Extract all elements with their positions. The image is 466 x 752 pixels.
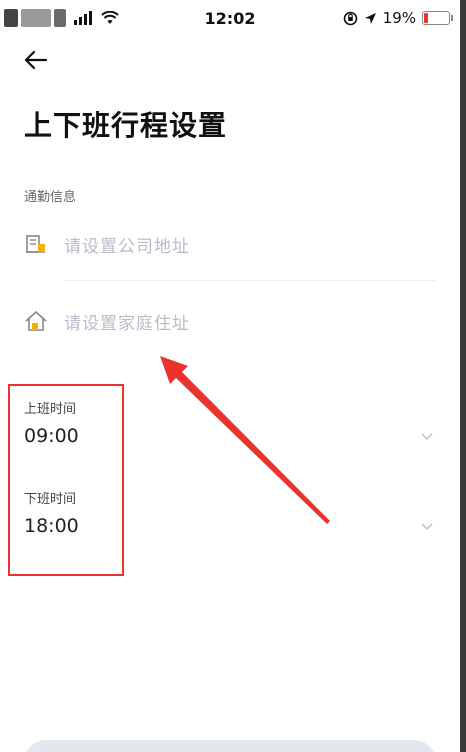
app-screen: 12:02 19% 上下班行程设置 通勤信息 请设置公司地址 请设置家庭住址 上… [0,0,460,752]
bottom-action-button[interactable] [24,740,436,752]
screen-edge [460,0,466,752]
annotation-arrow [160,356,330,524]
